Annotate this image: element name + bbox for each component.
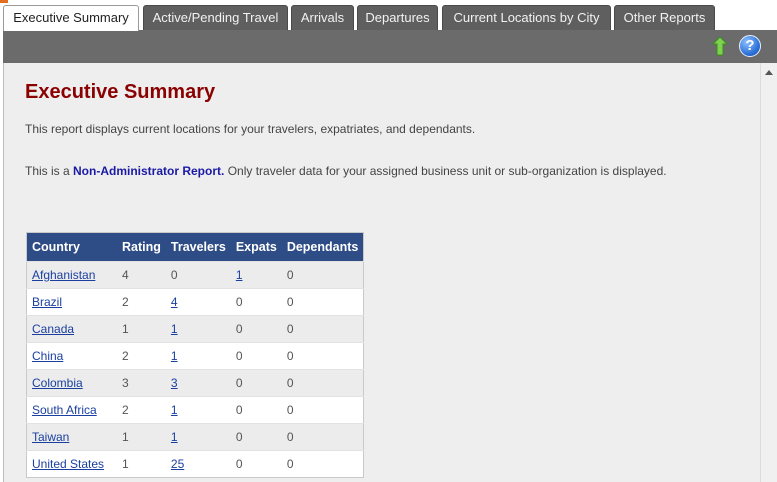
export-icon[interactable] xyxy=(709,35,731,57)
country-cell: Canada xyxy=(26,315,117,343)
rating-cell: 4 xyxy=(117,261,166,289)
rating-cell: 2 xyxy=(117,396,166,424)
executive-summary-table: Country Rating Travelers Expats Dependan… xyxy=(26,232,365,478)
country-link[interactable]: United States xyxy=(32,457,104,471)
rating-cell: 1 xyxy=(117,315,166,343)
expats-link[interactable]: 1 xyxy=(236,268,243,282)
table-row: South Africa 2 1 0 0 xyxy=(26,396,364,424)
table-row: Afghanistan 4 0 1 0 xyxy=(26,261,364,289)
scroll-up-arrow-icon[interactable] xyxy=(765,70,773,75)
travelers-cell: 1 xyxy=(165,423,231,451)
country-link[interactable]: South Africa xyxy=(32,403,97,417)
expats-cell: 0 xyxy=(230,288,282,316)
travelers-link[interactable]: 25 xyxy=(171,457,184,471)
non-administrator-report-link[interactable]: Non-Administrator Report. xyxy=(73,164,224,178)
tab-current-locations-by-city[interactable]: Current Locations by City xyxy=(442,5,611,30)
rating-cell: 1 xyxy=(117,450,166,478)
expats-cell: 0 xyxy=(230,396,282,424)
tab-departures[interactable]: Departures xyxy=(357,5,438,30)
country-link[interactable]: Taiwan xyxy=(32,430,69,444)
country-link[interactable]: China xyxy=(32,349,63,363)
dependants-cell: 0 xyxy=(281,261,364,289)
country-cell: Colombia xyxy=(26,369,117,397)
tab-executive-summary[interactable]: Executive Summary xyxy=(3,5,139,31)
report-notice: This is a Non-Administrator Report. Only… xyxy=(25,164,667,178)
vertical-scrollbar[interactable] xyxy=(760,63,777,482)
travelers-link[interactable]: 4 xyxy=(171,295,178,309)
notice-suffix: Only traveler data for your assigned bus… xyxy=(224,164,667,178)
column-header-travelers[interactable]: Travelers xyxy=(165,232,231,262)
page-title: Executive Summary xyxy=(25,81,216,103)
expats-cell: 0 xyxy=(230,423,282,451)
travelers-link[interactable]: 1 xyxy=(171,349,178,363)
rating-cell: 1 xyxy=(117,423,166,451)
travelers-cell: 1 xyxy=(165,315,231,343)
table-header-row: Country Rating Travelers Expats Dependan… xyxy=(26,232,364,262)
dependants-cell: 0 xyxy=(281,423,364,451)
travelers-link[interactable]: 1 xyxy=(171,430,178,444)
country-cell: Taiwan xyxy=(26,423,117,451)
travelers-link[interactable]: 1 xyxy=(171,322,178,336)
column-header-dependants[interactable]: Dependants xyxy=(281,232,364,262)
country-cell: South Africa xyxy=(26,396,117,424)
column-header-rating[interactable]: Rating xyxy=(117,232,166,262)
travelers-cell: 1 xyxy=(165,342,231,370)
country-cell: Afghanistan xyxy=(26,261,117,289)
table-row: Colombia 3 3 0 0 xyxy=(26,369,364,397)
dependants-cell: 0 xyxy=(281,342,364,370)
tab-bar: Executive Summary Active/Pending Travel … xyxy=(0,5,777,31)
country-link[interactable]: Afghanistan xyxy=(32,268,95,282)
travelers-cell: 3 xyxy=(165,369,231,397)
expats-cell: 0 xyxy=(230,342,282,370)
travelers-cell: 0 xyxy=(165,261,231,289)
column-header-expats[interactable]: Expats xyxy=(230,232,282,262)
tab-arrivals[interactable]: Arrivals xyxy=(291,5,354,30)
rating-cell: 3 xyxy=(117,369,166,397)
country-cell: Brazil xyxy=(26,288,117,316)
dependants-cell: 0 xyxy=(281,369,364,397)
travelers-cell: 25 xyxy=(165,450,231,478)
travelers-link[interactable]: 1 xyxy=(171,403,178,417)
table-row: Canada 1 1 0 0 xyxy=(26,315,364,343)
travelers-cell: 1 xyxy=(165,396,231,424)
dependants-cell: 0 xyxy=(281,288,364,316)
country-link[interactable]: Canada xyxy=(32,322,74,336)
rating-cell: 2 xyxy=(117,342,166,370)
country-link[interactable]: Brazil xyxy=(32,295,62,309)
column-header-country[interactable]: Country xyxy=(26,232,117,262)
country-cell: United States xyxy=(26,450,117,478)
expats-cell: 0 xyxy=(230,369,282,397)
report-description: This report displays current locations f… xyxy=(25,122,476,136)
tab-other-reports[interactable]: Other Reports xyxy=(614,5,715,30)
help-icon[interactable]: ? xyxy=(739,35,761,57)
dependants-cell: 0 xyxy=(281,315,364,343)
table-row: Brazil 2 4 0 0 xyxy=(26,288,364,316)
dependants-cell: 0 xyxy=(281,396,364,424)
toolbar: ? xyxy=(3,30,777,63)
country-link[interactable]: Colombia xyxy=(32,376,83,390)
travelers-cell: 4 xyxy=(165,288,231,316)
top-accent-bar xyxy=(0,0,8,3)
country-cell: China xyxy=(26,342,117,370)
rating-cell: 2 xyxy=(117,288,166,316)
table-row: China 2 1 0 0 xyxy=(26,342,364,370)
table-row: Taiwan 1 1 0 0 xyxy=(26,423,364,451)
table-row: United States 1 25 0 0 xyxy=(26,450,364,478)
dependants-cell: 0 xyxy=(281,450,364,478)
tab-active-pending-travel[interactable]: Active/Pending Travel xyxy=(143,5,288,30)
expats-cell: 0 xyxy=(230,450,282,478)
expats-cell: 0 xyxy=(230,315,282,343)
expats-cell: 1 xyxy=(230,261,282,289)
notice-prefix: This is a xyxy=(25,164,74,178)
report-content: Executive Summary This report displays c… xyxy=(3,63,760,482)
travelers-link[interactable]: 3 xyxy=(171,376,178,390)
